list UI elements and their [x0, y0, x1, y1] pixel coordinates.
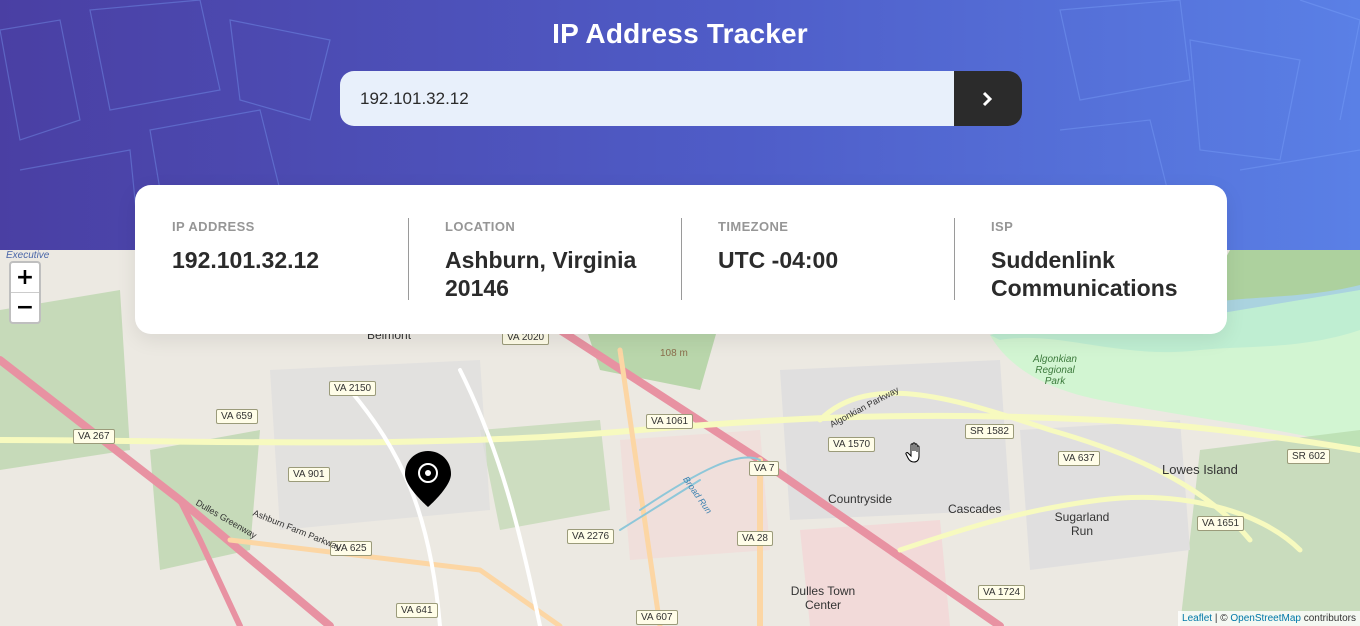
map-attribution: Leaflet | © OpenStreetMap contributors: [1178, 611, 1360, 626]
zoom-out-button[interactable]: −: [11, 292, 39, 321]
ip-search-input[interactable]: [340, 71, 954, 126]
route-shield: VA 637: [1058, 451, 1100, 466]
place-label: Executive: [6, 250, 50, 261]
place-label: Sugarland Run: [1054, 510, 1110, 538]
search-bar: [340, 71, 1022, 126]
park-label: Algonkian Regional Park: [1033, 354, 1077, 387]
route-shield: VA 28: [737, 531, 773, 546]
place-label: Dulles Town Center: [790, 584, 856, 612]
route-shield: SR 1582: [965, 424, 1014, 439]
place-label: Lowes Island: [1162, 462, 1238, 477]
route-shield: VA 2276: [567, 529, 615, 544]
route-shield: SR 602: [1287, 449, 1331, 464]
info-label: LOCATION: [445, 219, 516, 234]
route-shield: VA 267: [73, 429, 115, 444]
route-shield: VA 607: [636, 610, 678, 625]
info-label: ISP: [991, 219, 1014, 234]
page-title: IP Address Tracker: [552, 18, 808, 49]
location-marker-icon[interactable]: [405, 451, 451, 507]
info-value: UTC -04:00: [718, 247, 839, 273]
info-value: Ashburn, Virginia 20146: [445, 247, 637, 301]
route-shield: VA 901: [288, 467, 330, 482]
place-label: Cascades: [948, 502, 1002, 516]
info-isp: ISP Suddenlink Communications: [954, 217, 1227, 334]
route-shield: VA 1570: [828, 437, 876, 452]
info-label: IP ADDRESS: [172, 219, 255, 234]
place-label: Countryside: [828, 492, 893, 506]
hand-cursor-icon: [905, 442, 920, 463]
route-shield: VA 7: [749, 461, 780, 476]
elevation-label: 108 m: [660, 348, 688, 359]
info-value: 192.101.32.12: [172, 247, 320, 273]
route-shield: VA 2150: [329, 381, 377, 396]
zoom-control: + −: [9, 261, 41, 324]
leaflet-link[interactable]: Leaflet: [1182, 613, 1212, 624]
info-label: TIMEZONE: [718, 219, 789, 234]
route-shield: VA 659: [216, 409, 258, 424]
route-shield: VA 1061: [646, 414, 694, 429]
info-timezone: TIMEZONE UTC -04:00: [681, 217, 954, 334]
info-location: LOCATION Ashburn, Virginia 20146: [408, 217, 681, 334]
attribution-tail: contributors: [1300, 613, 1356, 624]
route-shield: VA 641: [396, 603, 438, 618]
search-submit-button[interactable]: [954, 71, 1022, 126]
ip-info-card: IP ADDRESS 192.101.32.12 LOCATION Ashbur…: [135, 185, 1227, 334]
chevron-right-icon: [982, 91, 993, 106]
info-value: Suddenlink Communications: [991, 247, 1178, 301]
osm-link[interactable]: OpenStreetMap: [1230, 613, 1301, 624]
info-ip-address: IP ADDRESS 192.101.32.12: [135, 217, 408, 334]
zoom-in-button[interactable]: +: [11, 263, 39, 292]
route-shield: VA 1651: [1197, 516, 1245, 531]
attribution-separator: | ©: [1212, 613, 1231, 624]
route-shield: VA 1724: [978, 585, 1026, 600]
